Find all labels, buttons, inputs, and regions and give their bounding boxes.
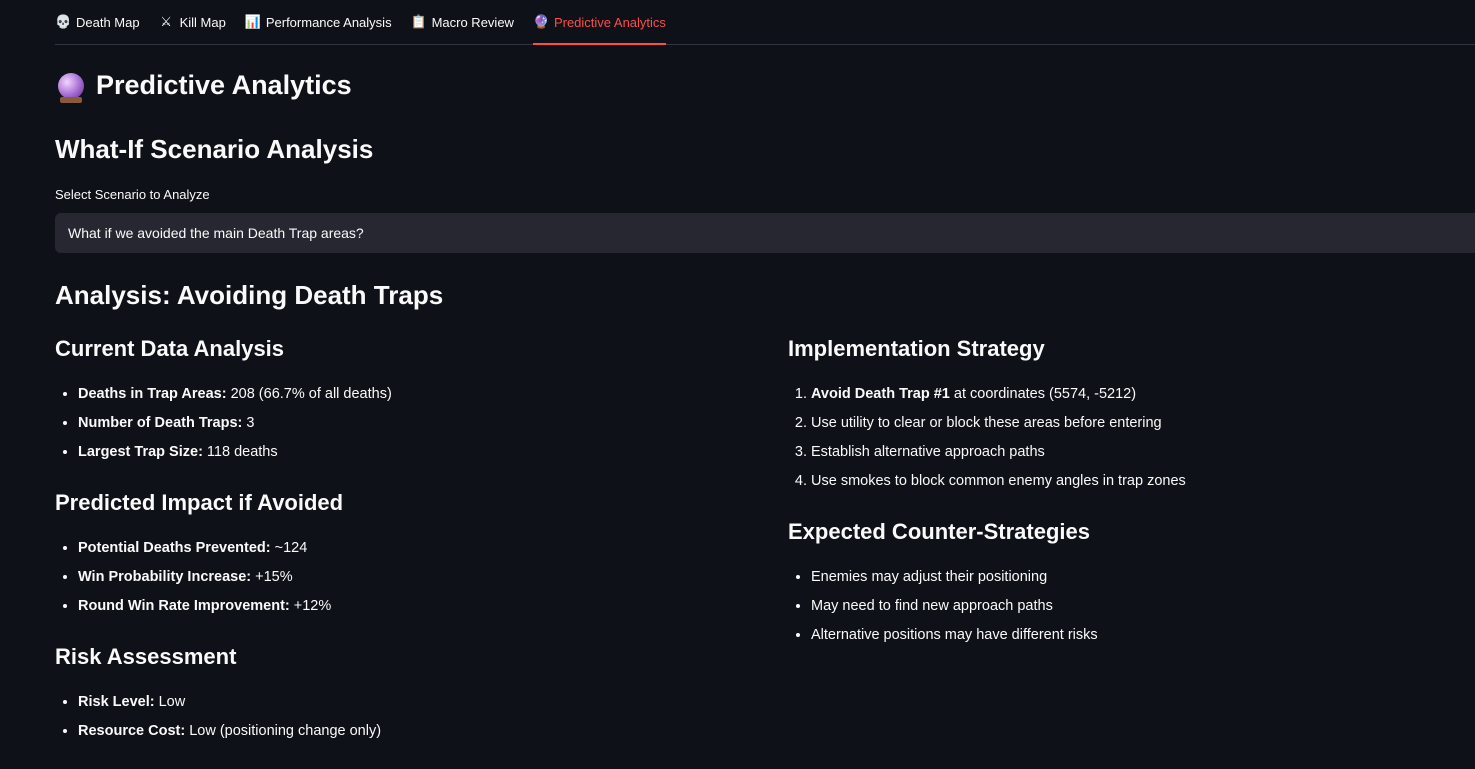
tab-kill-map[interactable]: ⚔ Kill Map bbox=[159, 0, 226, 44]
analysis-heading: Analysis: Avoiding Death Traps bbox=[55, 280, 444, 310]
list-item: Number of Death Traps: 3 bbox=[78, 409, 735, 438]
list-item-label: Potential Deaths Prevented: bbox=[78, 540, 271, 556]
list-item-label: Round Win Rate Improvement: bbox=[78, 598, 290, 614]
list-item-text: Use smokes to block common enemy angles … bbox=[811, 473, 1186, 489]
predicted-impact-list: Potential Deaths Prevented: ~124Win Prob… bbox=[55, 534, 735, 621]
crystal-ball-icon bbox=[58, 72, 84, 103]
page-title-text: Predictive Analytics bbox=[96, 70, 352, 100]
list-item: Avoid Death Trap #1 at coordinates (5574… bbox=[811, 380, 1448, 409]
tab-label: Death Map bbox=[76, 14, 140, 30]
list-item-text: +12% bbox=[289, 598, 332, 614]
list-item-text: Alternative positions may have different… bbox=[811, 627, 1098, 643]
predicted-impact-section: Predicted Impact if Avoided Potential De… bbox=[55, 490, 735, 621]
list-item: Establish alternative approach paths bbox=[811, 438, 1448, 467]
crossed-swords-icon: ⚔ bbox=[160, 14, 172, 29]
left-column: Current Data Analysis Deaths in Trap Are… bbox=[55, 336, 735, 769]
tab-label: Performance Analysis bbox=[265, 14, 392, 30]
implementation-strategy-heading: Implementation Strategy bbox=[788, 336, 1045, 361]
list-item-label: Resource Cost: bbox=[78, 723, 186, 739]
list-item: Risk Level: Low bbox=[78, 688, 735, 717]
skull-icon: 💀 bbox=[55, 14, 72, 29]
tab-performance-analysis[interactable]: 📊 Performance Analysis bbox=[245, 0, 392, 44]
risk-assessment-heading: Risk Assessment bbox=[55, 644, 237, 669]
tab-predictive-analytics[interactable]: 🔮 Predictive Analytics bbox=[532, 0, 666, 45]
list-item-text: May need to find new approach paths bbox=[811, 598, 1053, 614]
scenario-select-value: What if we avoided the main Death Trap a… bbox=[68, 225, 364, 241]
list-item-text: Low (positioning change only) bbox=[185, 723, 382, 739]
crystal-ball-icon: 🔮 bbox=[532, 14, 550, 29]
list-item: Use utility to clear or block these area… bbox=[811, 409, 1448, 438]
clipboard-icon: 📋 bbox=[410, 14, 427, 29]
current-data-heading: Current Data Analysis bbox=[55, 336, 285, 361]
page-title: Predictive Analytics bbox=[58, 70, 352, 103]
list-item: Alternative positions may have different… bbox=[811, 621, 1448, 650]
list-item: Largest Trap Size: 118 deaths bbox=[78, 438, 735, 467]
tab-label: Predictive Analytics bbox=[553, 14, 666, 30]
list-item: Resource Cost: Low (positioning change o… bbox=[78, 717, 735, 746]
list-item-text: at coordinates (5574, -5212) bbox=[949, 386, 1137, 402]
list-item-label: Largest Trap Size: bbox=[78, 444, 203, 460]
tab-label: Macro Review bbox=[431, 14, 514, 30]
list-item-label: Win Probability Increase: bbox=[78, 569, 252, 585]
risk-assessment-section: Risk Assessment Risk Level: LowResource … bbox=[55, 644, 735, 746]
counter-strategies-list: Enemies may adjust their positioning May … bbox=[788, 563, 1448, 650]
list-item: Enemies may adjust their positioning bbox=[811, 563, 1448, 592]
list-item: Deaths in Trap Areas: 208 (66.7% of all … bbox=[78, 380, 735, 409]
bar-chart-icon: 📊 bbox=[244, 14, 262, 29]
list-item-label: Deaths in Trap Areas: bbox=[78, 386, 227, 402]
current-data-section: Current Data Analysis Deaths in Trap Are… bbox=[55, 336, 735, 467]
tab-macro-review[interactable]: 📋 Macro Review bbox=[411, 0, 514, 44]
implementation-strategy-section: Implementation Strategy Avoid Death Trap… bbox=[788, 336, 1448, 496]
scenario-heading: What-If Scenario Analysis bbox=[55, 134, 374, 164]
list-item-text: +15% bbox=[251, 569, 293, 585]
list-item-text: 3 bbox=[242, 415, 255, 431]
list-item: May need to find new approach paths bbox=[811, 592, 1448, 621]
list-item-text: 208 (66.7% of all deaths) bbox=[226, 386, 392, 402]
counter-strategies-section: Expected Counter-Strategies Enemies may … bbox=[788, 519, 1448, 650]
list-item-text: Use utility to clear or block these area… bbox=[811, 415, 1162, 431]
list-item: Win Probability Increase: +15% bbox=[78, 563, 735, 592]
scenario-select[interactable]: What if we avoided the main Death Trap a… bbox=[55, 213, 1475, 253]
list-item-text: Establish alternative approach paths bbox=[811, 444, 1045, 460]
tab-label: Kill Map bbox=[179, 14, 226, 30]
risk-assessment-list: Risk Level: LowResource Cost: Low (posit… bbox=[55, 688, 735, 746]
implementation-strategy-list: Avoid Death Trap #1 at coordinates (5574… bbox=[788, 380, 1448, 496]
counter-strategies-heading: Expected Counter-Strategies bbox=[788, 519, 1090, 544]
scenario-select-label: Select Scenario to Analyze bbox=[55, 187, 210, 202]
tab-death-map[interactable]: 💀 Death Map bbox=[55, 0, 140, 44]
predicted-impact-heading: Predicted Impact if Avoided bbox=[55, 490, 344, 515]
list-item-text: 118 deaths bbox=[202, 444, 278, 460]
list-item-label: Number of Death Traps: bbox=[78, 415, 243, 431]
list-item: Potential Deaths Prevented: ~124 bbox=[78, 534, 735, 563]
list-item: Round Win Rate Improvement: +12% bbox=[78, 592, 735, 621]
list-item-text: Enemies may adjust their positioning bbox=[811, 569, 1048, 585]
list-item-text: ~124 bbox=[270, 540, 308, 556]
current-data-list: Deaths in Trap Areas: 208 (66.7% of all … bbox=[55, 380, 735, 467]
list-item-label: Risk Level: bbox=[78, 694, 155, 710]
list-item-text: Low bbox=[154, 694, 186, 710]
tab-bar: 💀 Death Map ⚔ Kill Map 📊 Performance Analysis… bbox=[55, 0, 1475, 45]
list-item: Use smokes to block common enemy angles … bbox=[811, 467, 1448, 496]
list-item-label: Avoid Death Trap #1 bbox=[811, 386, 950, 402]
right-column: Implementation Strategy Avoid Death Trap… bbox=[788, 336, 1448, 673]
